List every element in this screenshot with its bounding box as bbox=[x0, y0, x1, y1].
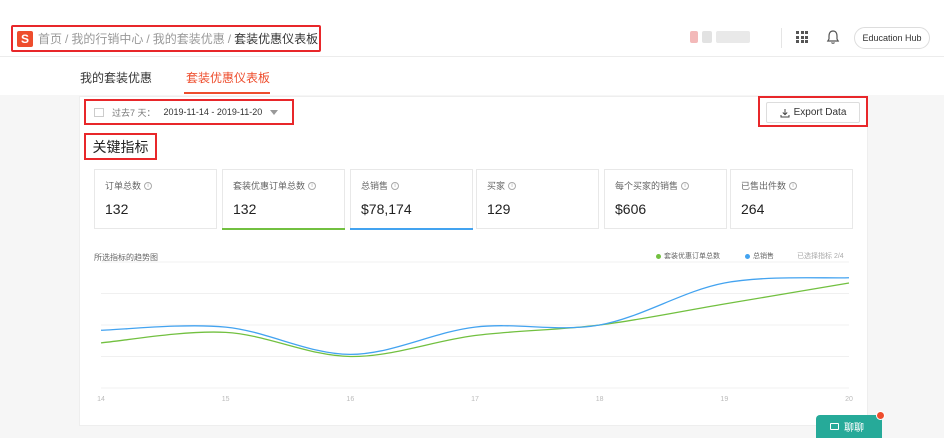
date-period-label: 过去7 天： bbox=[112, 107, 156, 118]
info-icon[interactable]: i bbox=[391, 181, 400, 190]
dashboard-panel bbox=[79, 96, 868, 426]
education-hub-button[interactable]: Education Hub bbox=[854, 27, 930, 49]
kpi-card-buyers[interactable]: 买家 i 129 bbox=[476, 169, 599, 229]
tab-bar: 我的套装优惠 套装优惠仪表板 bbox=[0, 57, 944, 95]
kpi-card-bundle-orders[interactable]: 套装优惠订单总数 i 132 bbox=[222, 169, 345, 230]
tab-bundle-dashboard[interactable]: 套装优惠仪表板 bbox=[186, 69, 270, 86]
top-header: S 首页 / 我的行销中心 / 我的套装优惠 / 套装优惠仪表板 Educati… bbox=[0, 0, 944, 57]
chat-button[interactable]: 聊聊 bbox=[816, 415, 882, 438]
legend-item-orders[interactable]: 套装优惠订单总数 bbox=[656, 251, 720, 261]
breadcrumb-bundle[interactable]: 我的套装优惠 bbox=[153, 30, 225, 47]
kpi-label: 每个买家的销售 bbox=[615, 181, 679, 191]
apps-grid-icon[interactable] bbox=[796, 31, 808, 43]
kpi-label: 买家 bbox=[487, 181, 506, 191]
key-metrics-title: 关键指标 bbox=[84, 133, 157, 160]
info-icon[interactable]: i bbox=[508, 181, 517, 190]
kpi-value: 129 bbox=[487, 201, 511, 217]
kpi-label: 已售出件数 bbox=[741, 181, 787, 191]
kpi-label: 套装优惠订单总数 bbox=[233, 181, 306, 191]
download-icon bbox=[780, 108, 790, 117]
breadcrumb-current: 套装优惠仪表板 bbox=[234, 32, 319, 46]
kpi-value: $78,174 bbox=[361, 201, 412, 217]
legend-dot bbox=[656, 253, 661, 259]
kpi-label: 订单总数 bbox=[105, 181, 142, 191]
export-highlight: Export Data bbox=[758, 96, 868, 127]
chat-icon bbox=[830, 423, 839, 430]
legend-item-sales[interactable]: 总销售 bbox=[745, 251, 774, 261]
chat-label: 聊聊 bbox=[844, 423, 864, 434]
info-icon[interactable]: i bbox=[308, 181, 317, 190]
date-range-value: 2019-11-14 - 2019-11-20 bbox=[163, 107, 263, 117]
kpi-value: 132 bbox=[105, 201, 129, 217]
info-icon[interactable]: i bbox=[681, 181, 690, 190]
kpi-value: 264 bbox=[741, 201, 765, 217]
kpi-card-units-sold[interactable]: 已售出件数 i 264 bbox=[730, 169, 853, 229]
chat-notification-badge bbox=[876, 411, 885, 420]
export-data-button[interactable]: Export Data bbox=[766, 102, 860, 123]
legend-dot bbox=[745, 253, 750, 259]
chevron-down-icon bbox=[270, 109, 279, 115]
breadcrumb: S 首页 / 我的行销中心 / 我的套装优惠 / 套装优惠仪表板 bbox=[11, 25, 321, 52]
chart-title: 所选指标的趋势图 bbox=[94, 253, 158, 262]
active-tab-indicator bbox=[184, 92, 270, 94]
kpi-label: 总销售 bbox=[361, 181, 389, 191]
info-icon[interactable]: i bbox=[789, 181, 798, 190]
kpi-selected-bar bbox=[222, 228, 345, 230]
kpi-card-total-orders[interactable]: 订单总数 i 132 bbox=[94, 169, 217, 229]
user-account[interactable] bbox=[690, 31, 754, 43]
breadcrumb-home[interactable]: 首页 bbox=[38, 30, 62, 47]
date-range-picker[interactable]: 过去7 天： 2019-11-14 - 2019-11-20 bbox=[84, 99, 294, 125]
tab-my-bundles[interactable]: 我的套装优惠 bbox=[80, 69, 152, 86]
selected-metrics-count[interactable]: 已选择指标 2/4 bbox=[797, 251, 844, 261]
bell-icon[interactable] bbox=[826, 29, 840, 45]
breadcrumb-marketing[interactable]: 我的行销中心 bbox=[71, 30, 143, 47]
kpi-value: 132 bbox=[233, 201, 257, 217]
kpi-card-sales-per-buyer[interactable]: 每个买家的销售 i $606 bbox=[604, 169, 727, 229]
kpi-value: $606 bbox=[615, 201, 647, 217]
kpi-card-total-sales[interactable]: 总销售 i $78,174 bbox=[350, 169, 473, 230]
calendar-icon bbox=[94, 107, 104, 117]
kpi-selected-bar bbox=[350, 228, 473, 230]
export-data-label: Export Data bbox=[793, 107, 847, 118]
shopee-logo[interactable]: S bbox=[17, 30, 33, 47]
info-icon[interactable]: i bbox=[144, 181, 153, 190]
